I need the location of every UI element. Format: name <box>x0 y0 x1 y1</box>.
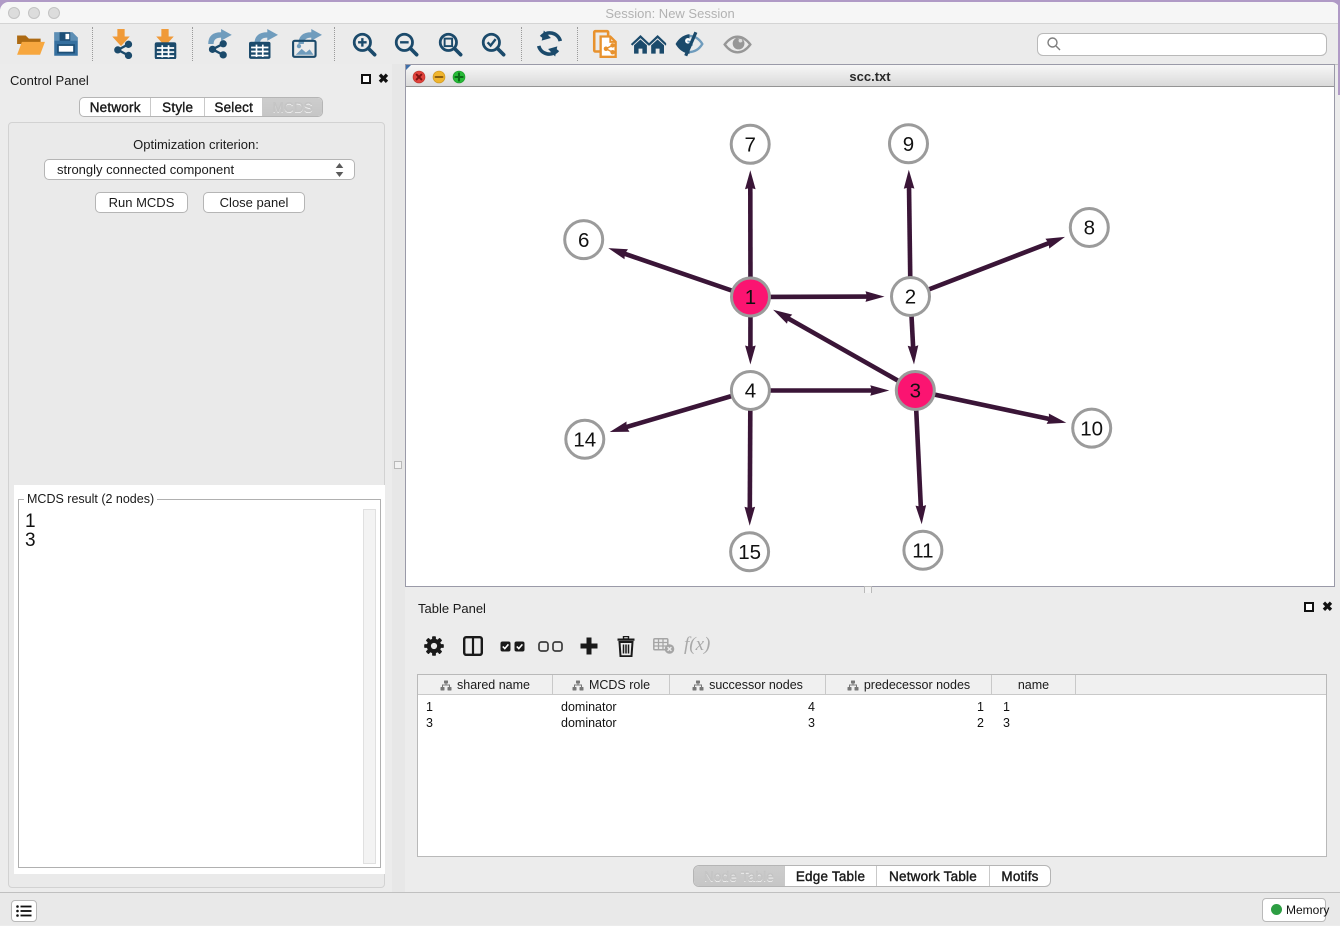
svg-text:10: 10 <box>1080 417 1103 440</box>
svg-text:7: 7 <box>744 134 755 157</box>
svg-text:2: 2 <box>905 286 916 309</box>
svg-text:15: 15 <box>738 541 761 564</box>
svg-text:11: 11 <box>912 540 933 563</box>
svg-text:8: 8 <box>1084 217 1095 240</box>
svg-text:1: 1 <box>745 286 756 309</box>
svg-text:9: 9 <box>903 133 914 156</box>
svg-text:14: 14 <box>573 429 596 452</box>
svg-text:3: 3 <box>910 380 921 403</box>
svg-text:6: 6 <box>578 229 589 252</box>
svg-text:4: 4 <box>745 380 756 403</box>
